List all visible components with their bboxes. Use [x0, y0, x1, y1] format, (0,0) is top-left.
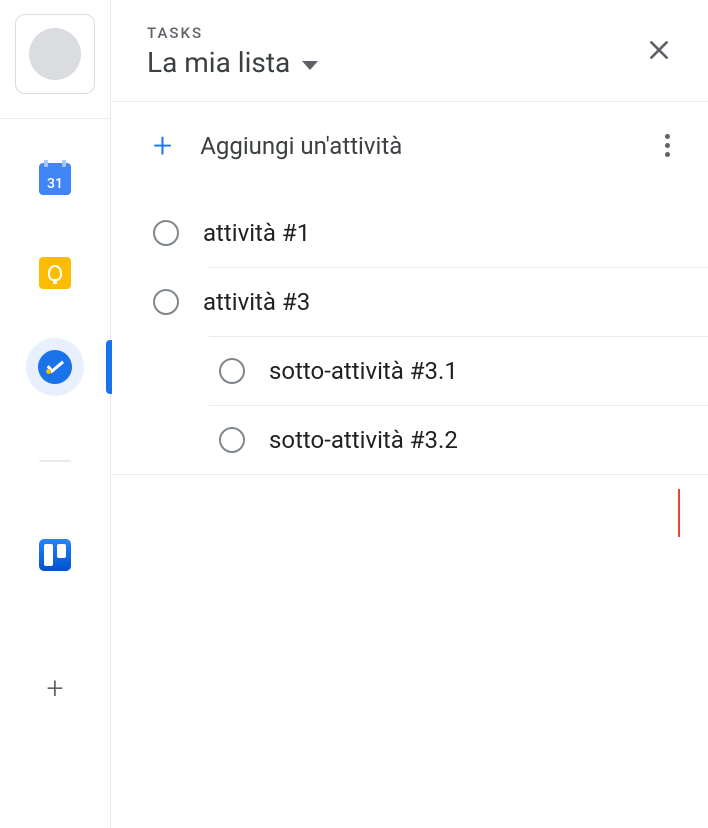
- tasks-dot: [46, 369, 52, 375]
- task-item[interactable]: sotto-attività #3.2: [111, 406, 708, 474]
- calendar-app-button[interactable]: 31: [0, 159, 110, 199]
- task-title: sotto-attività #3.1: [269, 357, 458, 385]
- keep-icon: [39, 257, 71, 289]
- dot-icon: [665, 143, 670, 148]
- text-cursor: [678, 489, 680, 537]
- rail-divider: [0, 118, 110, 119]
- tasks-active-highlight: [26, 338, 84, 396]
- list-name: La mia lista: [147, 46, 290, 79]
- close-icon: [646, 37, 672, 63]
- app-label: TASKS: [147, 24, 318, 42]
- more-options-button[interactable]: [659, 128, 676, 163]
- task-list: attività #1 attività #3 sotto-attività #3.…: [111, 189, 708, 474]
- task-complete-circle[interactable]: [219, 427, 245, 453]
- dot-icon: [665, 134, 670, 139]
- add-task-button[interactable]: + Aggiungi un'attività: [153, 129, 402, 163]
- plus-icon: +: [47, 674, 64, 704]
- add-task-row: + Aggiungi un'attività: [111, 102, 708, 189]
- task-complete-circle[interactable]: [153, 220, 179, 246]
- task-title: attività #1: [203, 219, 310, 247]
- tasks-icon: [35, 347, 74, 386]
- task-item[interactable]: attività #1: [111, 199, 708, 267]
- dot-icon: [665, 152, 670, 157]
- add-app-button[interactable]: +: [0, 669, 110, 709]
- trello-app-button[interactable]: [0, 535, 110, 575]
- task-title: sotto-attività #3.2: [269, 426, 458, 454]
- keep-app-button[interactable]: [0, 253, 110, 293]
- trello-icon: [39, 539, 71, 571]
- plus-icon: +: [153, 129, 172, 163]
- rail-icons: 31 +: [0, 159, 110, 709]
- task-item[interactable]: attività #3: [111, 268, 708, 336]
- task-item[interactable]: sotto-attività #3.1: [111, 337, 708, 405]
- close-button[interactable]: [642, 32, 676, 75]
- avatar: [29, 28, 81, 80]
- task-title: attività #3: [203, 288, 310, 316]
- side-rail: 31 +: [0, 0, 110, 828]
- header-text: TASKS La mia lista: [147, 24, 318, 79]
- trello-col-right: [57, 544, 66, 558]
- panel-header: TASKS La mia lista: [111, 0, 708, 102]
- calendar-day: 31: [47, 176, 63, 195]
- chevron-down-icon: [302, 61, 318, 70]
- tasks-panel: TASKS La mia lista + Aggiungi un'attivit…: [111, 0, 708, 828]
- divider-icon: [39, 460, 71, 462]
- calendar-icon: 31: [39, 163, 71, 195]
- task-complete-circle[interactable]: [153, 289, 179, 315]
- panel-bottom: [111, 474, 708, 828]
- active-indicator: [106, 340, 112, 394]
- avatar-container[interactable]: [15, 14, 95, 94]
- add-task-label: Aggiungi un'attività: [200, 132, 402, 160]
- tasks-app-button[interactable]: [0, 347, 110, 387]
- trello-col-left: [44, 544, 53, 566]
- bulb-icon: [48, 265, 62, 281]
- list-selector[interactable]: La mia lista: [147, 46, 318, 79]
- rail-separator: [0, 441, 110, 481]
- task-complete-circle[interactable]: [219, 358, 245, 384]
